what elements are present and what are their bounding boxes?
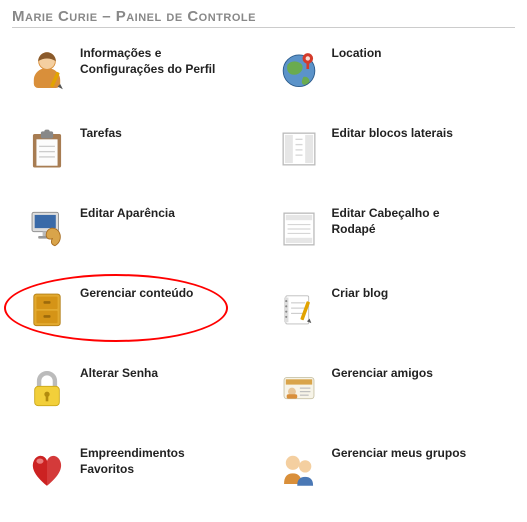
password-icon: [22, 364, 72, 414]
item-label: Alterar Senha: [80, 366, 158, 382]
item-appearance[interactable]: Editar Aparência: [12, 194, 264, 274]
item-manage-groups[interactable]: Gerenciar meus grupos: [264, 434, 516, 514]
item-label: Informações e Configurações do Perfil: [80, 46, 220, 77]
item-label: Editar Cabeçalho e Rodapé: [332, 206, 472, 237]
item-favorites[interactable]: Empreendimentos Favoritos: [12, 434, 264, 514]
favorites-icon: [22, 444, 72, 494]
control-panel-grid: Informações e Configurações do Perfil Lo…: [12, 34, 515, 514]
item-create-blog[interactable]: Criar blog: [264, 274, 516, 354]
item-header-footer[interactable]: Editar Cabeçalho e Rodapé: [264, 194, 516, 274]
item-location[interactable]: Location: [264, 34, 516, 114]
item-label: Editar blocos laterais: [332, 126, 453, 142]
location-icon: [274, 44, 324, 94]
item-label: Empreendimentos Favoritos: [80, 446, 220, 477]
groups-icon: [274, 444, 324, 494]
profile-icon: [22, 44, 72, 94]
item-label: Editar Aparência: [80, 206, 175, 222]
content-icon: [22, 284, 72, 334]
friends-icon: [274, 364, 324, 414]
item-label: Gerenciar amigos: [332, 366, 433, 382]
blog-icon: [274, 284, 324, 334]
tasks-icon: [22, 124, 72, 174]
page-title: Marie Curie – Painel de Controle: [12, 8, 515, 28]
item-manage-friends[interactable]: Gerenciar amigos: [264, 354, 516, 434]
item-label: Gerenciar meus grupos: [332, 446, 467, 462]
headerfooter-icon: [274, 204, 324, 254]
sideblocks-icon: [274, 124, 324, 174]
item-label: Tarefas: [80, 126, 122, 142]
item-tasks[interactable]: Tarefas: [12, 114, 264, 194]
item-label: Gerenciar conteúdo: [80, 286, 193, 302]
item-side-blocks[interactable]: Editar blocos laterais: [264, 114, 516, 194]
item-label: Location: [332, 46, 382, 62]
appearance-icon: [22, 204, 72, 254]
item-change-password[interactable]: Alterar Senha: [12, 354, 264, 434]
item-manage-content[interactable]: Gerenciar conteúdo: [12, 274, 264, 354]
item-label: Criar blog: [332, 286, 389, 302]
item-profile-info[interactable]: Informações e Configurações do Perfil: [12, 34, 264, 114]
